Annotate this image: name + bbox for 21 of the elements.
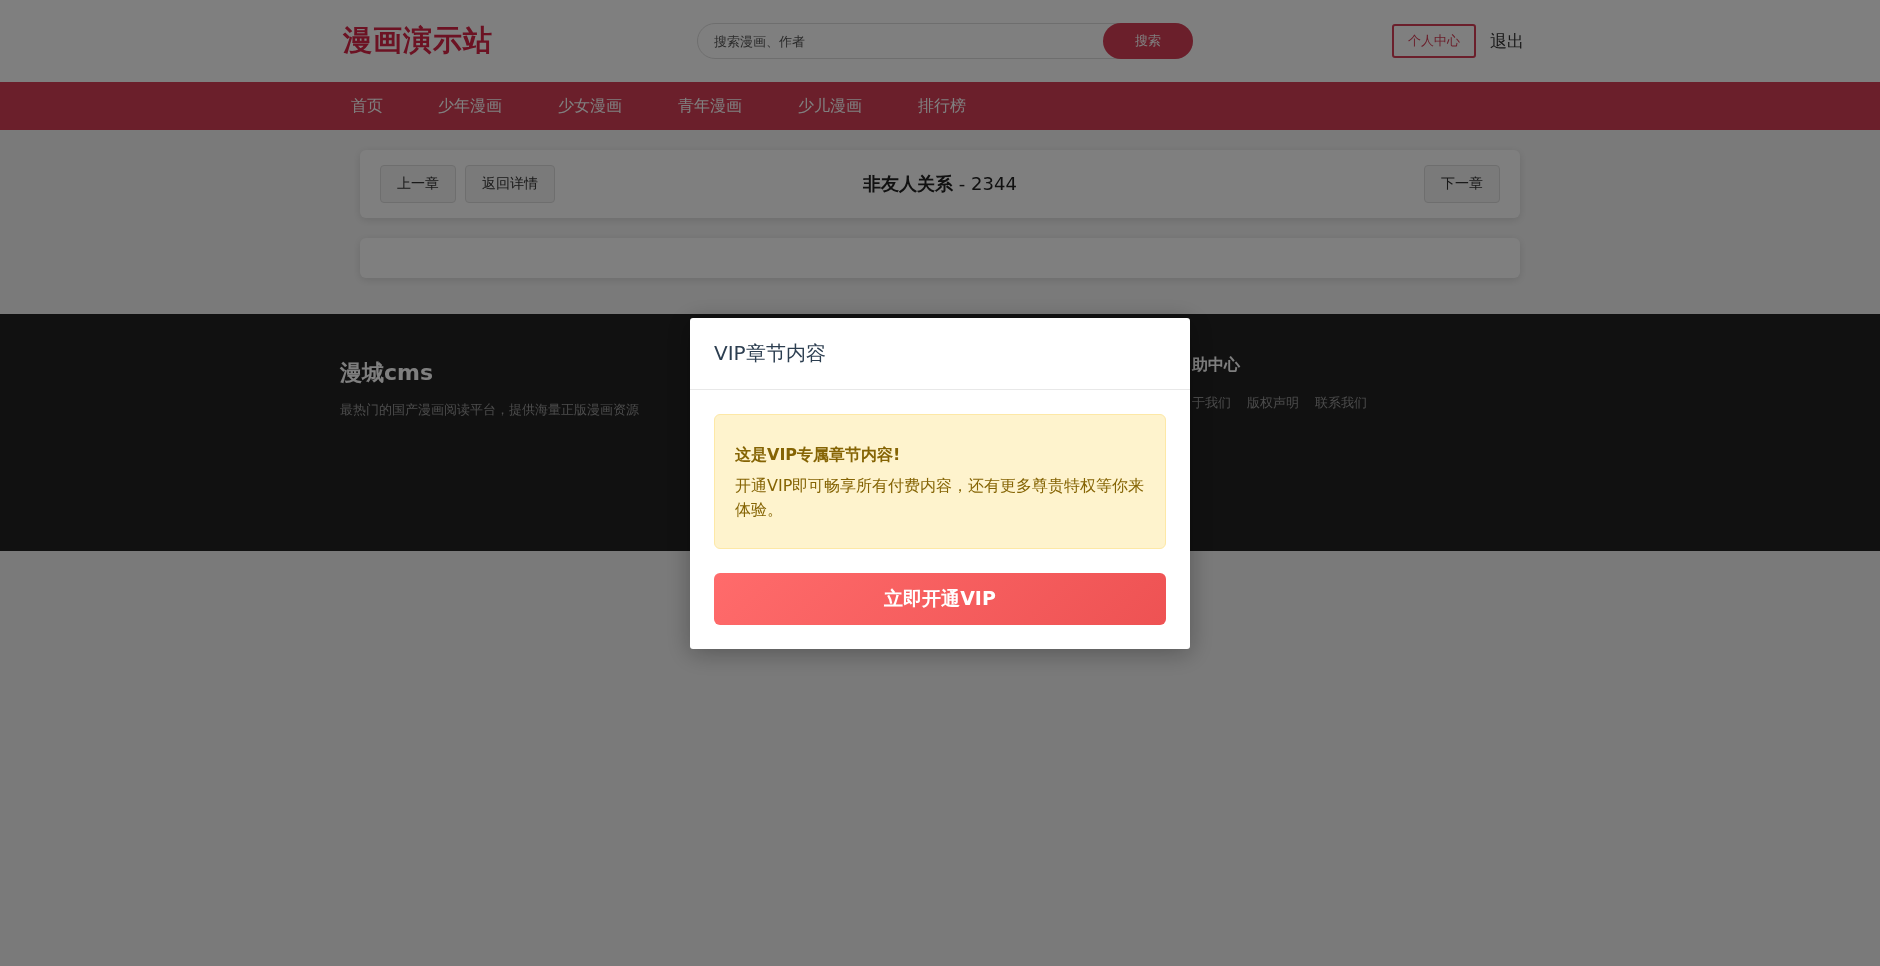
nav-link[interactable]: 少儿漫画 (798, 95, 862, 117)
logout-link[interactable]: 退出 (1490, 29, 1524, 53)
site-logo[interactable]: 漫画演示站 (343, 21, 697, 61)
footer-heading: 助中心 (1192, 355, 1241, 376)
user-center-button[interactable]: 个人中心 (1392, 24, 1476, 58)
dialog-title: VIP章节内容 (714, 339, 827, 367)
notice-text: 开通VIP即可畅享所有付费内容，还有更多尊贵特权等你来体验。 (735, 474, 1145, 521)
nav-link[interactable]: 少女漫画 (558, 95, 622, 117)
back-to-details-button[interactable]: 返回详情 (465, 165, 555, 203)
chapter-title: 非友人关系 - 2344 (862, 172, 1018, 196)
footer-brand: 漫城cms (340, 359, 435, 387)
nav-link[interactable]: 首页 (351, 95, 383, 117)
activate-vip-button[interactable]: 立即开通VIP (714, 572, 1166, 625)
search-field[interactable]: 搜索漫画、作者 搜索 (697, 23, 1193, 59)
nav-link[interactable]: 少年漫画 (438, 95, 502, 117)
nav-link[interactable]: 青年漫画 (678, 95, 742, 117)
nav-link[interactable]: 排行榜 (918, 95, 966, 117)
prev-chapter-button[interactable]: 上一章 (380, 165, 456, 203)
next-chapter-button[interactable]: 下一章 (1424, 165, 1500, 203)
search-button[interactable]: 搜索 (1103, 23, 1193, 59)
notice-title: 这是VIP专属章节内容! (735, 444, 902, 466)
